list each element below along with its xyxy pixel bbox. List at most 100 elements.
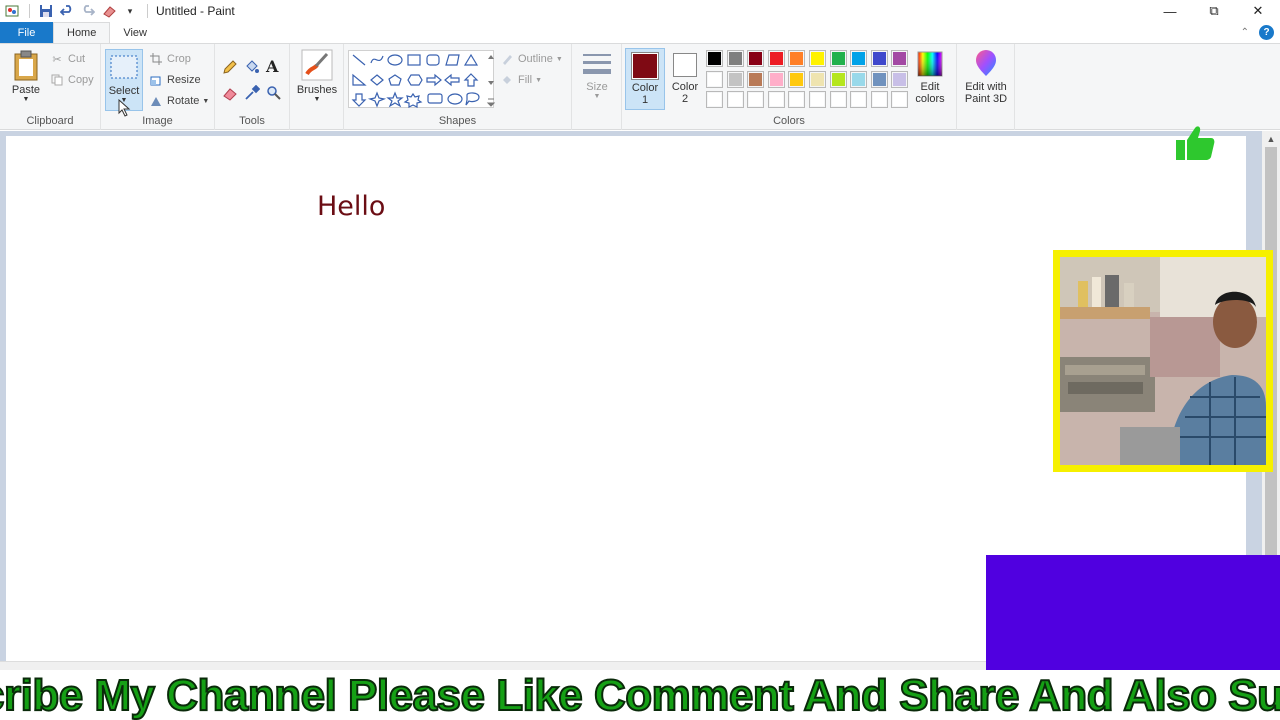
- paint3d-label-1: Edit with: [965, 81, 1007, 93]
- resize-label: Resize: [167, 74, 201, 86]
- eraser-tool-icon[interactable]: [222, 85, 238, 101]
- palette-swatch[interactable]: [829, 50, 847, 67]
- fill-dropdown-icon: ▼: [535, 76, 542, 84]
- palette-swatch[interactable]: [809, 70, 826, 88]
- shapes-group-label: Shapes: [438, 115, 477, 127]
- fill-bucket-icon[interactable]: [244, 59, 260, 75]
- color-palette: [706, 50, 916, 112]
- paste-button[interactable]: Paste ▼: [8, 49, 44, 103]
- rotate-button[interactable]: Rotate ▼: [149, 94, 209, 108]
- palette-swatch[interactable]: [788, 50, 806, 67]
- palette-swatch[interactable]: [767, 70, 785, 88]
- rotate-dropdown-icon[interactable]: ▼: [202, 98, 209, 105]
- help-icon[interactable]: ?: [1259, 25, 1274, 40]
- palette-swatch[interactable]: [870, 91, 888, 108]
- tools-group-label: Tools: [239, 115, 265, 127]
- redo-icon[interactable]: [80, 3, 96, 19]
- customize-qat-icon[interactable]: ▾: [122, 3, 138, 19]
- clipboard-group-label: Clipboard: [26, 115, 74, 127]
- palette-swatch[interactable]: [829, 91, 847, 108]
- palette-swatch[interactable]: [767, 50, 785, 67]
- save-icon[interactable]: [38, 3, 54, 19]
- palette-swatch[interactable]: [747, 50, 765, 67]
- ribbon-controls: ⌃ ?: [1241, 25, 1274, 40]
- brushes-button[interactable]: Brushes ▼: [293, 49, 341, 103]
- window-title: Untitled - Paint: [156, 4, 235, 18]
- edit-with-paint3d-button[interactable]: Edit with Paint 3D: [959, 50, 1013, 105]
- subscribe-ticker: cribe My Channel Please Like Comment And…: [0, 670, 1280, 720]
- thumbs-up-icon: [1176, 126, 1215, 160]
- brushes-dropdown-icon[interactable]: ▼: [293, 96, 341, 103]
- scroll-up-arrow-icon[interactable]: ▲: [1262, 131, 1280, 147]
- edit-colors-button[interactable]: Edit colors: [911, 50, 949, 105]
- color1-swatch: [631, 52, 659, 80]
- canvas-text[interactable]: Hello: [317, 191, 385, 222]
- color-picker-icon[interactable]: [244, 85, 260, 101]
- color2-button[interactable]: Color 2: [667, 48, 703, 110]
- palette-swatch[interactable]: [767, 91, 785, 108]
- palette-swatch[interactable]: [726, 50, 744, 67]
- palette-swatch[interactable]: [788, 91, 806, 108]
- palette-swatch[interactable]: [706, 91, 723, 108]
- color2-swatch: [673, 53, 697, 77]
- paint3d-group: Edit with Paint 3D: [957, 44, 1015, 130]
- resize-button[interactable]: Resize: [149, 73, 201, 87]
- pencil-icon[interactable]: [222, 59, 238, 75]
- palette-swatch[interactable]: [850, 50, 868, 67]
- fill-button[interactable]: Fill ▼: [500, 73, 542, 87]
- paste-dropdown-icon[interactable]: ▼: [8, 96, 44, 103]
- color1-button[interactable]: Color 1: [625, 48, 665, 110]
- palette-swatch[interactable]: [891, 50, 909, 67]
- rainbow-palette-icon: [917, 51, 943, 77]
- close-button[interactable]: ✕: [1236, 0, 1280, 22]
- palette-swatch[interactable]: [870, 50, 888, 67]
- outline-label: Outline: [518, 53, 553, 65]
- palette-swatch[interactable]: [829, 70, 847, 88]
- undo-icon[interactable]: [59, 3, 75, 19]
- edit-colors-label-2: colors: [915, 93, 945, 105]
- palette-swatch[interactable]: [706, 70, 723, 88]
- shapes-group: Outline ▼ Fill ▼ Shapes: [344, 44, 572, 130]
- palette-swatch[interactable]: [788, 70, 806, 88]
- palette-swatch[interactable]: [706, 50, 723, 67]
- qat-separator: [29, 4, 30, 18]
- palette-swatch[interactable]: [726, 91, 744, 108]
- colors-group-label: Colors: [773, 115, 805, 127]
- eraser-icon[interactable]: [101, 3, 117, 19]
- palette-swatch[interactable]: [747, 70, 765, 88]
- size-button[interactable]: Size ▼: [577, 50, 617, 100]
- rotate-icon: [149, 94, 163, 108]
- shapes-gallery-icons[interactable]: [349, 51, 496, 109]
- palette-swatch[interactable]: [726, 70, 744, 88]
- tab-view[interactable]: View: [110, 22, 160, 43]
- minimize-button[interactable]: —: [1148, 0, 1192, 22]
- magnifier-icon[interactable]: [266, 85, 282, 101]
- clipboard-group: Paste ▼ ✂ Cut Copy Clipboard: [0, 44, 101, 130]
- outline-button[interactable]: Outline ▼: [500, 52, 563, 66]
- outline-dropdown-icon: ▼: [555, 55, 563, 63]
- resize-icon: [149, 73, 163, 87]
- rotate-label: Rotate: [167, 95, 200, 107]
- crop-label: Crop: [167, 53, 191, 65]
- palette-swatch[interactable]: [809, 50, 826, 67]
- palette-swatch[interactable]: [809, 91, 826, 108]
- text-tool-icon[interactable]: A: [266, 57, 278, 76]
- purple-overlay-box: [986, 555, 1280, 670]
- cut-button[interactable]: ✂ Cut: [50, 52, 85, 66]
- palette-swatch[interactable]: [891, 91, 909, 108]
- copy-button[interactable]: Copy: [50, 73, 94, 87]
- webcam-overlay: [1053, 250, 1273, 472]
- tab-home[interactable]: Home: [53, 22, 111, 43]
- palette-swatch[interactable]: [747, 91, 765, 108]
- restore-button[interactable]: ⧉: [1192, 0, 1236, 22]
- collapse-ribbon-icon[interactable]: ⌃: [1241, 27, 1249, 38]
- ticker-text: cribe My Channel Please Like Comment And…: [0, 670, 1280, 720]
- palette-swatch[interactable]: [870, 70, 888, 88]
- palette-swatch[interactable]: [850, 91, 868, 108]
- palette-swatch[interactable]: [891, 70, 909, 88]
- tab-file[interactable]: File: [0, 22, 53, 43]
- crop-button[interactable]: Crop: [149, 52, 191, 66]
- palette-swatch[interactable]: [850, 70, 868, 88]
- color2-label: Color: [671, 81, 699, 93]
- tools-group: A Tools: [215, 44, 290, 130]
